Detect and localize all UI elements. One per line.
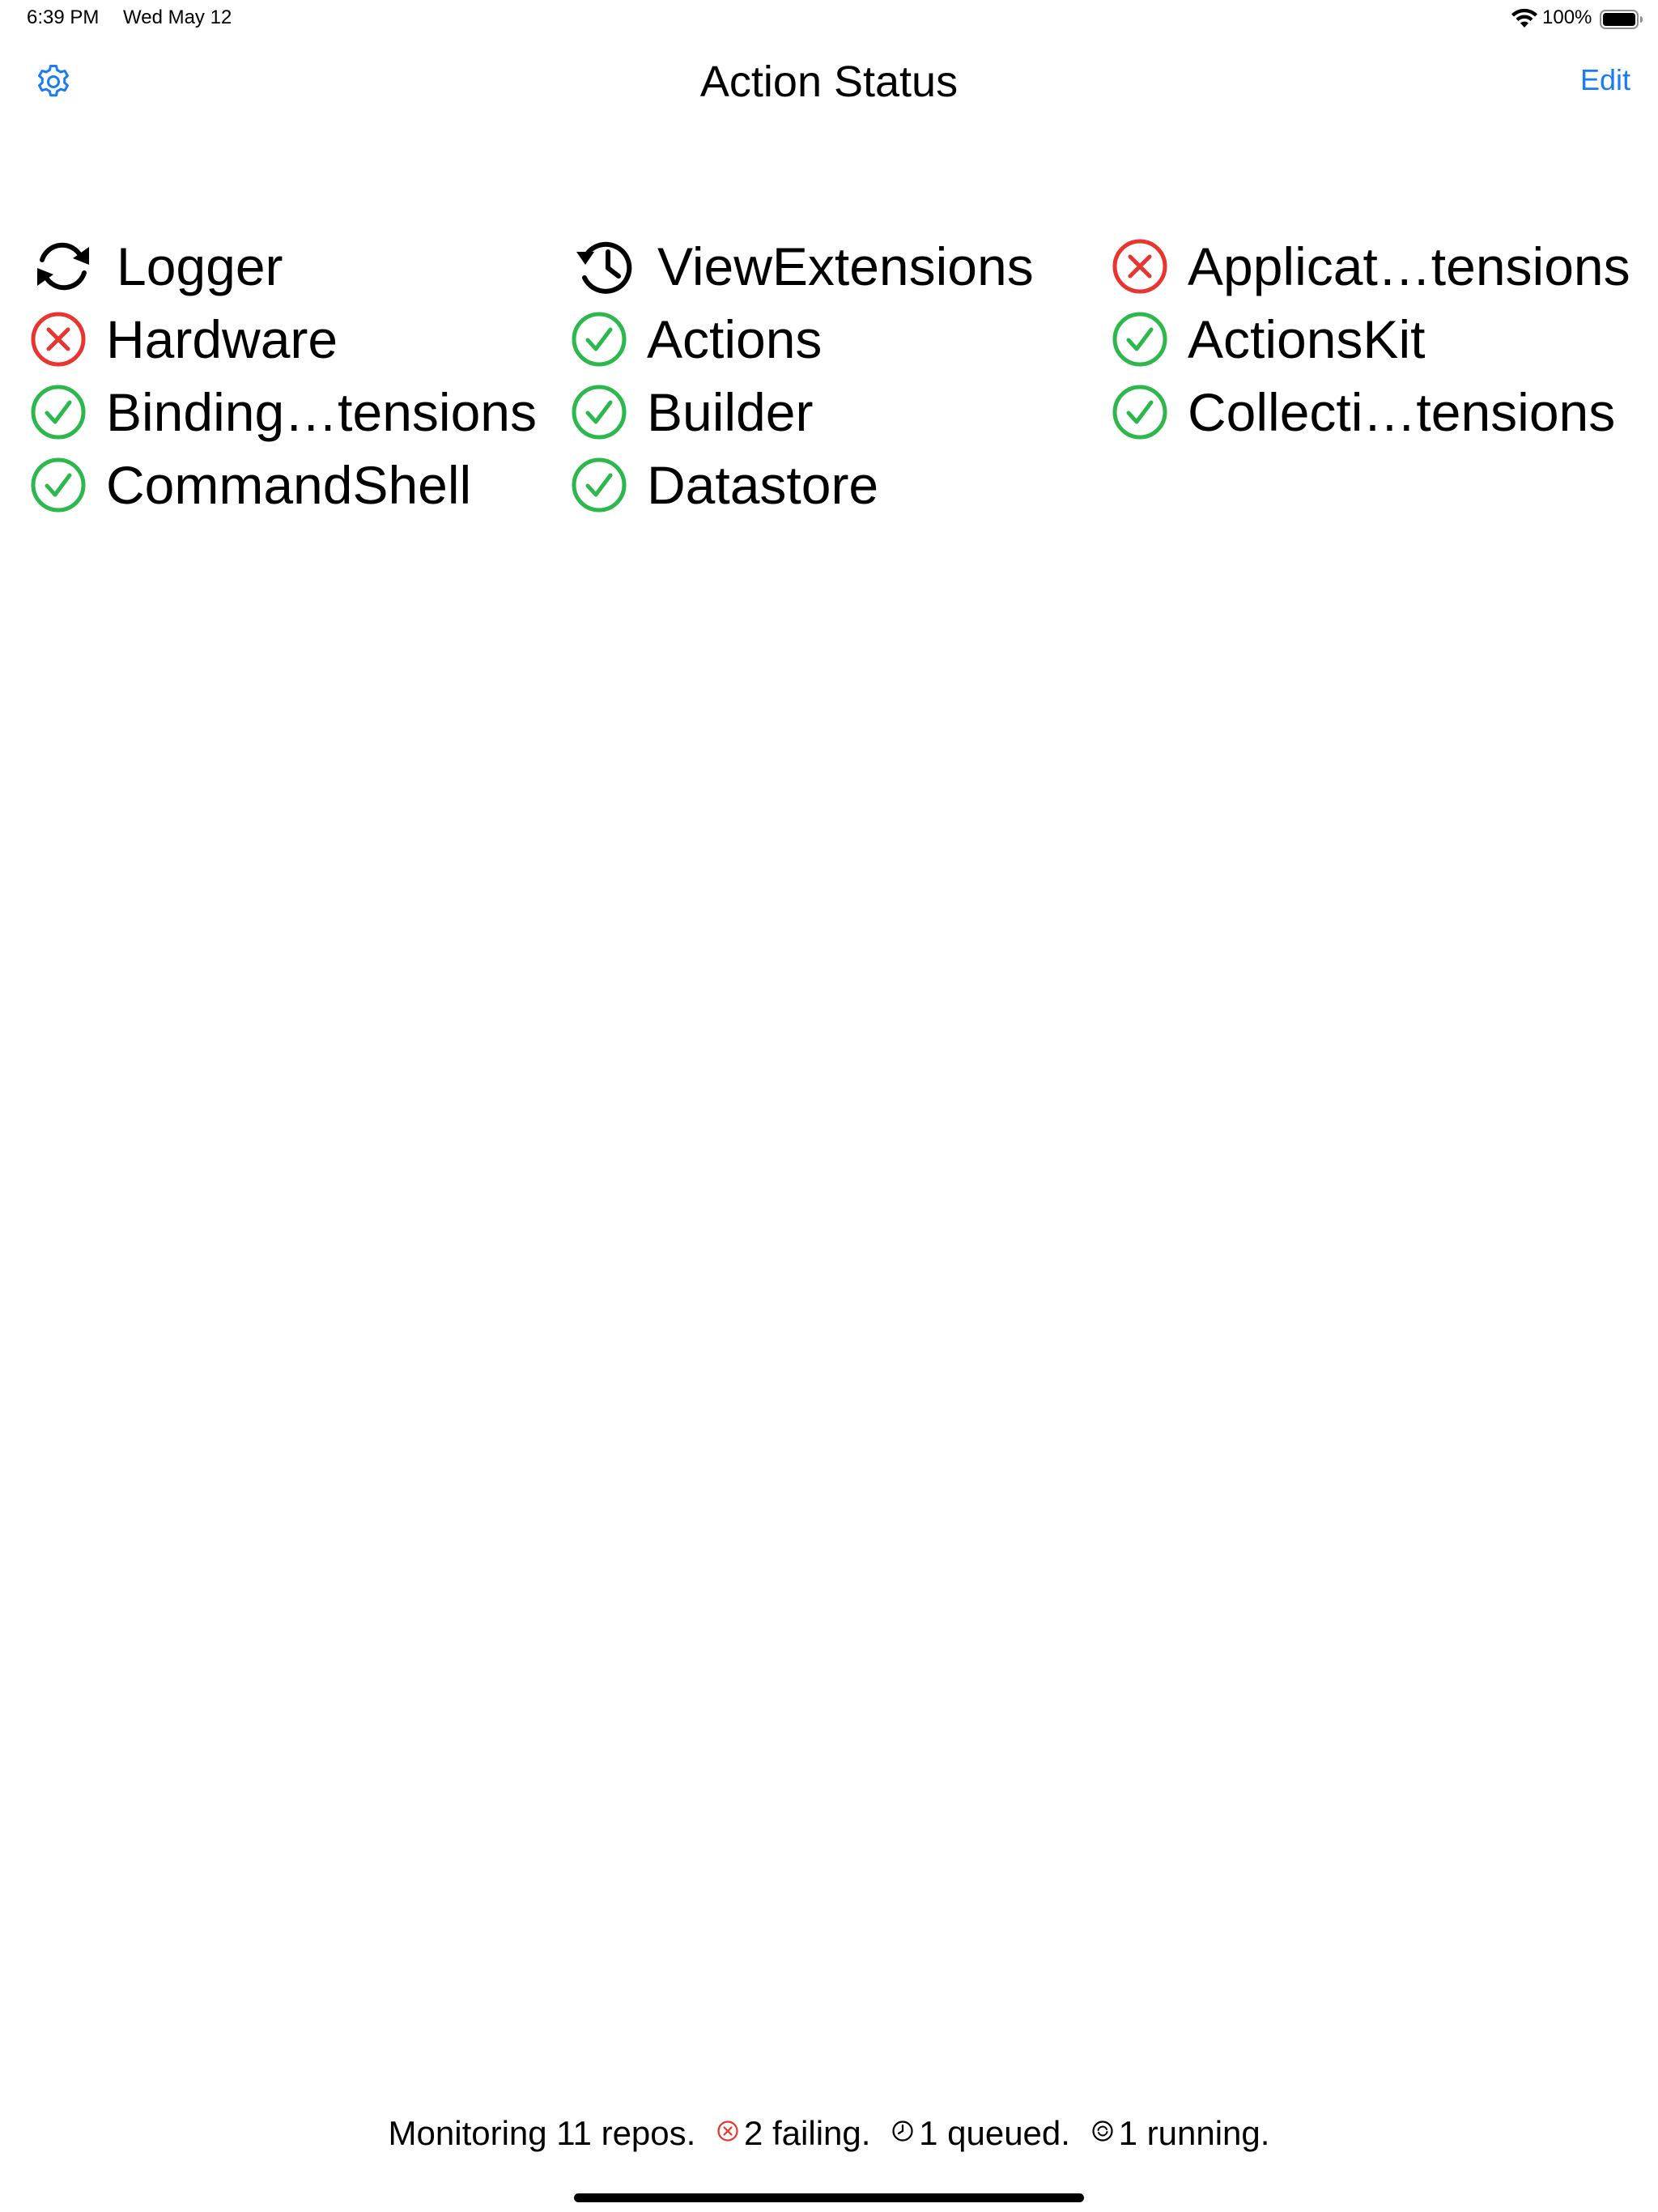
status-time: 6:39 PM <box>27 6 100 28</box>
repo-item-actions[interactable]: Actions <box>570 303 1111 376</box>
repo-name: ViewExtensions <box>657 236 1034 296</box>
battery-icon <box>1600 10 1643 29</box>
page-title: Action Status <box>699 57 959 106</box>
home-indicator[interactable] <box>574 2193 1084 2202</box>
repo-item-viewextensions[interactable]: ViewExtensions <box>570 230 1111 303</box>
status-date: Wed May 12 <box>123 6 232 28</box>
repo-item-collectionextensions[interactable]: Collecti…tensions <box>1111 376 1632 449</box>
check-circle-icon <box>570 456 628 514</box>
repo-name: ActionsKit <box>1188 309 1426 369</box>
clock-icon <box>892 2121 913 2142</box>
repo-item-commandshell[interactable]: CommandShell <box>29 449 570 521</box>
repo-item-bindingextensions[interactable]: Binding…tensions <box>29 376 570 449</box>
check-circle-icon <box>29 456 87 514</box>
wifi-icon <box>1511 8 1537 28</box>
check-circle-icon <box>29 383 87 441</box>
running-icon <box>1092 2121 1113 2142</box>
x-circle-icon <box>1111 237 1169 296</box>
repo-name: Logger <box>117 236 283 296</box>
repo-item-hardware[interactable]: Hardware <box>29 303 570 376</box>
summary-footer: Monitoring 11 repos. 2 failing. 1 queued… <box>0 2112 1658 2153</box>
sync-icon <box>29 237 97 296</box>
repo-name: Actions <box>647 309 823 369</box>
x-circle-icon <box>717 2121 738 2142</box>
repo-item-applicationextensions[interactable]: Applicat…tensions <box>1111 230 1632 303</box>
repo-name: Hardware <box>106 309 338 369</box>
check-circle-icon <box>1111 310 1169 368</box>
repo-name: CommandShell <box>106 455 472 515</box>
clock-history-icon <box>570 237 638 296</box>
edit-button[interactable]: Edit <box>1580 63 1630 97</box>
app-screen: 6:39 PM Wed May 12 100% Action Status Ed… <box>0 0 1658 2212</box>
repo-name: Builder <box>647 382 814 442</box>
repo-name: Collecti…tensions <box>1188 382 1616 442</box>
status-bar: 6:39 PM Wed May 12 100% <box>0 0 1658 39</box>
repo-item-logger[interactable]: Logger <box>29 230 570 303</box>
failing-count-text: 2 failing. <box>743 2113 871 2152</box>
repo-name: Datastore <box>647 455 879 515</box>
x-circle-icon <box>29 310 87 368</box>
running-count-text: 1 running. <box>1118 2113 1270 2152</box>
repo-item-builder[interactable]: Builder <box>570 376 1111 449</box>
check-circle-icon <box>570 383 628 441</box>
repo-item-datastore[interactable]: Datastore <box>570 449 1111 521</box>
check-circle-icon <box>570 310 628 368</box>
queued-count-text: 1 queued. <box>919 2113 1070 2152</box>
check-circle-icon <box>1111 383 1169 441</box>
repo-name: Binding…tensions <box>106 382 537 442</box>
repo-grid: Logger ViewExtensions Applicat…tensions … <box>29 230 1632 521</box>
repo-name: Applicat…tensions <box>1188 236 1630 296</box>
monitoring-text: Monitoring 11 repos. <box>388 2113 696 2152</box>
battery-percent: 100% <box>1542 6 1592 28</box>
repo-item-actionskit[interactable]: ActionsKit <box>1111 303 1632 376</box>
